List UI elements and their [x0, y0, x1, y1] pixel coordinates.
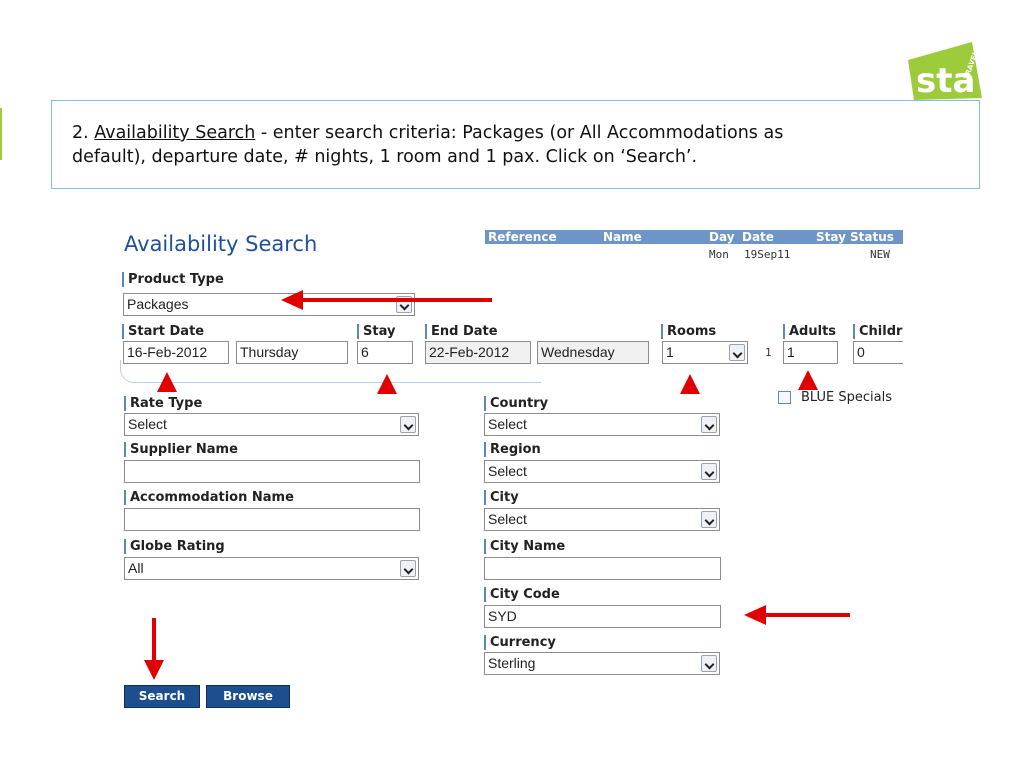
arrow-up-icon: [798, 370, 818, 390]
arrow-left-icon: [281, 290, 492, 310]
arrow-up-icon: [680, 374, 700, 394]
arrow-down-icon: [144, 618, 164, 680]
arrow-left-icon: [744, 605, 850, 625]
arrow-up-icon: [157, 372, 177, 392]
annotation-layer: [144, 290, 850, 680]
arrow-up-icon: [377, 374, 397, 394]
